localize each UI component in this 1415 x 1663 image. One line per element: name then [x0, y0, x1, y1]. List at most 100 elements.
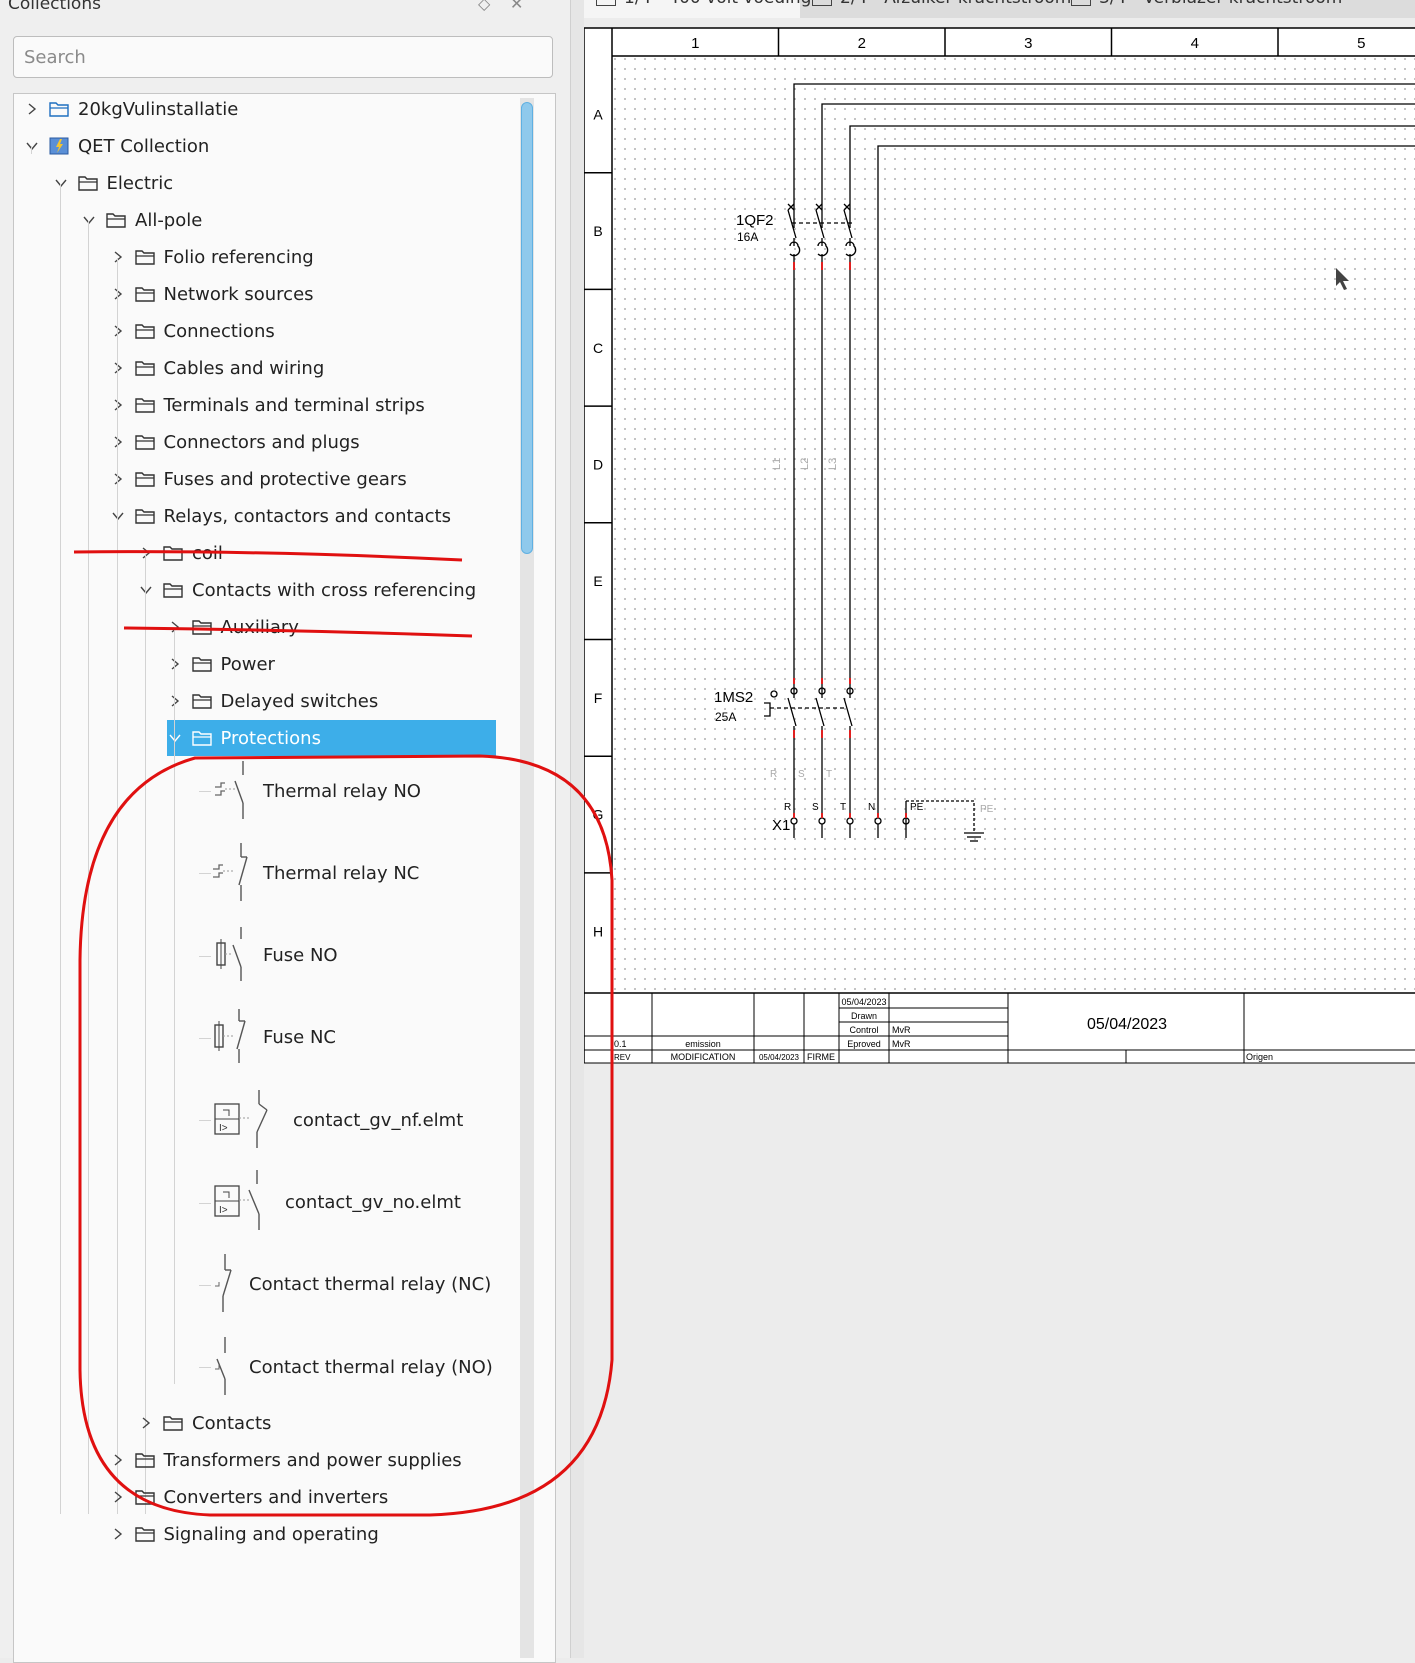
thermal-relay-no-icon — [209, 757, 253, 826]
folder-icon — [191, 654, 213, 674]
element-item[interactable]: Contact thermal relay (NC) — [209, 1245, 491, 1325]
folio-sheet[interactable]: 12345 ABCDEFGH 1QF2 16A L1 L2 L3 1MS2 25… — [584, 18, 1415, 1178]
tb-approved-by: MvR — [892, 1039, 911, 1049]
tree-item-delayed-switches[interactable]: Delayed switches — [167, 683, 379, 719]
gv-no-icon: I> — [209, 1168, 275, 1237]
tree-item-relays-contactors-and-contacts[interactable]: Relays, contactors and contacts — [110, 498, 451, 534]
tree-item-qet-collection[interactable]: QET Collection — [24, 128, 209, 164]
wire-phase-label: L1 — [771, 458, 783, 470]
tree-guide-line — [31, 146, 32, 154]
tree-item-fuses-and-protective-gears[interactable]: Fuses and protective gears — [110, 461, 407, 497]
column-label: 2 — [858, 35, 866, 52]
folio-icon — [812, 0, 832, 6]
element-item[interactable]: Contact thermal relay (NO) — [209, 1327, 493, 1407]
tb-firme: FIRME — [807, 1052, 835, 1062]
tb-modification: MODIFICATION — [671, 1052, 736, 1062]
terminal-label: PE — [910, 802, 924, 813]
element-label: Contact thermal relay (NC) — [249, 1274, 492, 1296]
tb-rev-no: 0.1 — [614, 1039, 627, 1049]
tree-item-electric[interactable]: Electric — [53, 165, 174, 201]
chevron-down-icon[interactable] — [24, 138, 40, 154]
element-item[interactable]: Thermal relay NC — [209, 833, 419, 913]
tab-label: 3/4 - Verblazer krachtstroom — [1099, 0, 1342, 8]
folder-icon — [134, 284, 156, 304]
tree-item-label: Contacts with cross referencing — [192, 579, 477, 601]
tree-item-label: Delayed switches — [220, 690, 379, 712]
chevron-right-icon[interactable] — [167, 656, 183, 672]
chevron-right-icon[interactable] — [110, 323, 126, 339]
chevron-right-icon[interactable] — [24, 101, 40, 117]
element-item[interactable]: I> contact_gv_no.elmt — [209, 1163, 461, 1243]
folder-icon — [134, 1450, 156, 1470]
element-item[interactable]: I> contact_gv_nf.elmt — [209, 1080, 463, 1160]
element-item[interactable]: Thermal relay NO — [209, 751, 421, 831]
column-label: 1 — [691, 35, 699, 52]
svg-text:I>: I> — [219, 1123, 228, 1134]
float-panel-icon[interactable]: ◇ — [478, 0, 490, 13]
folder-icon — [77, 173, 99, 193]
tree-item-contacts-with-cross-referencing[interactable]: Contacts with cross referencing — [138, 572, 476, 608]
tree-item-all-pole[interactable]: All-pole — [81, 202, 202, 238]
chevron-right-icon[interactable] — [138, 545, 154, 561]
collections-panel: Collections ◇ ✕ 20kgVulinstallatie QET Co… — [0, 0, 570, 1663]
chevron-right-icon[interactable] — [110, 360, 126, 376]
tree-item-transformers-and-power-supplies[interactable]: Transformers and power supplies — [110, 1442, 462, 1478]
tab-folio-3[interactable]: 3/4 - Verblazer krachtstroom — [1059, 0, 1359, 18]
search-input[interactable] — [13, 36, 553, 78]
chevron-right-icon[interactable] — [110, 286, 126, 302]
chevron-down-icon[interactable] — [110, 508, 126, 524]
tree-item-cables-and-wiring[interactable]: Cables and wiring — [110, 350, 324, 386]
chevron-down-icon[interactable] — [53, 175, 69, 191]
tree-item-signaling-and-operating[interactable]: Signaling and operating — [110, 1516, 379, 1552]
tree-item-label: Contacts — [192, 1412, 272, 1434]
tree-scrollbar-thumb[interactable] — [521, 102, 533, 554]
chevron-right-icon[interactable] — [167, 693, 183, 709]
chevron-down-icon[interactable] — [167, 730, 183, 746]
folio-icon — [596, 0, 616, 6]
tree-item-label: Electric — [106, 172, 174, 194]
chevron-down-icon[interactable] — [81, 212, 97, 228]
chevron-right-icon[interactable] — [167, 619, 183, 635]
chevron-right-icon[interactable] — [110, 397, 126, 413]
faint-wire-label: R — [770, 769, 777, 780]
chevron-right-icon[interactable] — [110, 471, 126, 487]
tree-item-converters-and-inverters[interactable]: Converters and inverters — [110, 1479, 389, 1515]
chevron-right-icon[interactable] — [110, 1526, 126, 1542]
row-label: A — [593, 106, 603, 122]
tree-item-label: QET Collection — [78, 135, 210, 157]
tab-folio-2[interactable]: 2/4 - Afzuiker krachtstroom — [800, 0, 1071, 18]
tree-item-label: Transformers and power supplies — [163, 1449, 462, 1471]
tree-scrollbar[interactable] — [520, 98, 534, 1658]
chevron-right-icon[interactable] — [110, 1489, 126, 1505]
row-label: C — [593, 340, 603, 356]
contact-thermal-nc-icon — [209, 1250, 239, 1319]
tree-item-label: Connections — [163, 320, 275, 342]
chevron-right-icon[interactable] — [110, 249, 126, 265]
tree-item-network-sources[interactable]: Network sources — [110, 276, 314, 312]
tab-folio-1[interactable]: 1/4 - 400 volt voeding — [584, 0, 811, 18]
chevron-right-icon[interactable] — [110, 1452, 126, 1468]
tree-item-20kgvulinstallatie[interactable]: 20kgVulinstallatie — [24, 94, 238, 127]
tb-approved: Eproved — [847, 1039, 881, 1049]
element-item[interactable]: Fuse NO — [209, 916, 338, 996]
tree-item-label: Converters and inverters — [163, 1486, 389, 1508]
chevron-right-icon[interactable] — [138, 1415, 154, 1431]
tree-item-terminals-and-terminal-strips[interactable]: Terminals and terminal strips — [110, 387, 425, 423]
tree-item-auxiliary[interactable]: Auxiliary — [167, 609, 299, 645]
tree-item-folio-referencing[interactable]: Folio referencing — [110, 239, 314, 275]
close-panel-icon[interactable]: ✕ — [510, 0, 523, 13]
tree-item-coil[interactable]: coil — [138, 535, 223, 571]
tb-date-small: 05/04/2023 — [841, 997, 886, 1007]
tree-item-connectors-and-plugs[interactable]: Connectors and plugs — [110, 424, 360, 460]
chevron-right-icon[interactable] — [110, 434, 126, 450]
element-item[interactable]: Fuse NC — [209, 998, 336, 1078]
chevron-down-icon[interactable] — [138, 582, 154, 598]
tb-control: Control — [849, 1025, 878, 1035]
tree-item-label: All-pole — [135, 209, 203, 231]
tb-date-main: 05/04/2023 — [1087, 1016, 1167, 1033]
element-label: contact_gv_nf.elmt — [293, 1109, 464, 1131]
tree-item-power[interactable]: Power — [167, 646, 275, 682]
tree-item-connections[interactable]: Connections — [110, 313, 275, 349]
diagram-canvas[interactable]: 12345 ABCDEFGH 1QF2 16A L1 L2 L3 1MS2 25… — [584, 18, 1415, 1658]
tree-item-contacts[interactable]: Contacts — [138, 1405, 271, 1441]
